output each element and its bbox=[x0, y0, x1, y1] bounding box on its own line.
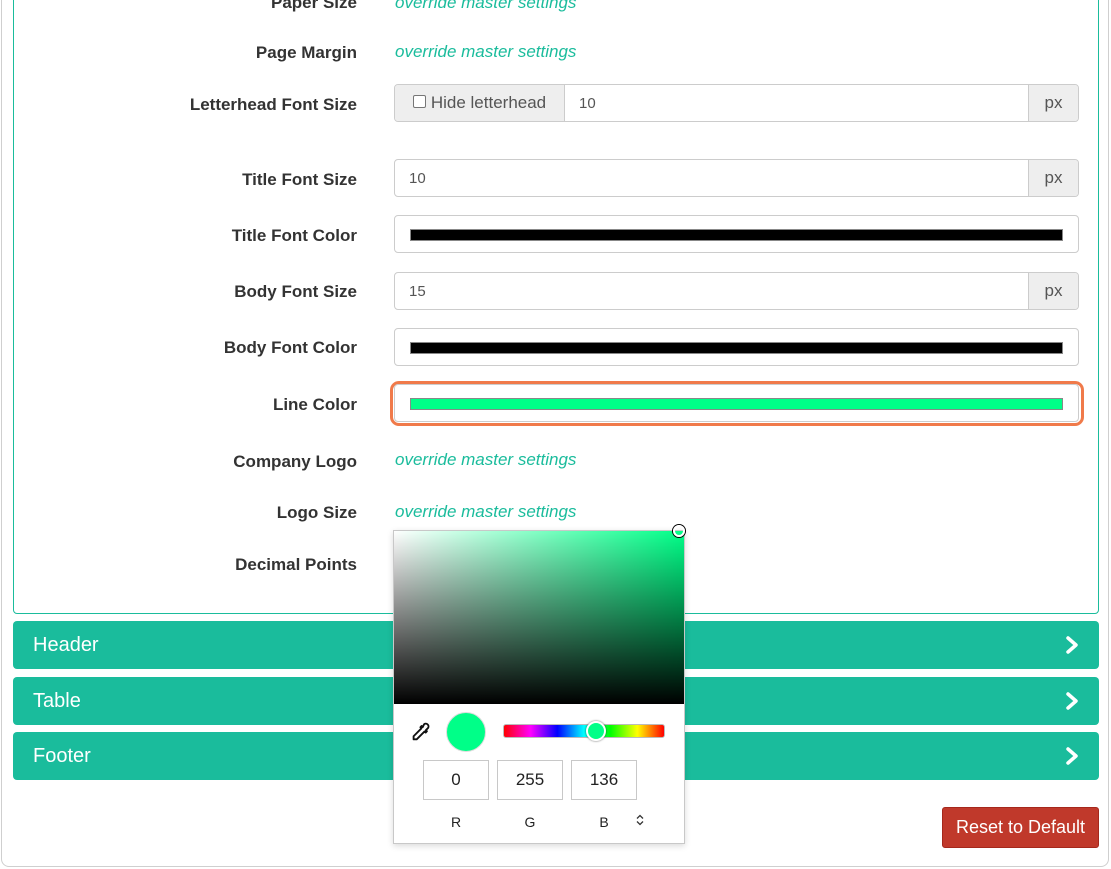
body-font-size-group: 15 px bbox=[394, 272, 1079, 310]
paper-size-label: Paper Size bbox=[271, 0, 357, 12]
color-preview bbox=[446, 712, 486, 752]
blue-label: B bbox=[599, 814, 609, 830]
blue-value-input[interactable]: 136 bbox=[571, 760, 637, 800]
body-font-size-input[interactable]: 15 bbox=[395, 273, 1028, 309]
body-font-color-input[interactable] bbox=[394, 328, 1079, 366]
logo-size-label: Logo Size bbox=[276, 503, 357, 522]
hue-slider[interactable] bbox=[503, 724, 665, 738]
up-down-chevron-icon[interactable] bbox=[636, 814, 644, 826]
red-value-input[interactable]: 0 bbox=[423, 760, 489, 800]
line-color-swatch bbox=[410, 398, 1063, 410]
chevron-right-icon bbox=[1066, 636, 1078, 654]
green-value-input[interactable]: 255 bbox=[497, 760, 563, 800]
title-font-color-swatch bbox=[410, 229, 1063, 241]
hide-letterhead-label: Hide letterhead bbox=[430, 93, 547, 112]
saturation-area[interactable] bbox=[394, 531, 684, 704]
hide-letterhead-toggle[interactable]: Hide letterhead bbox=[395, 85, 565, 121]
saturation-handle[interactable] bbox=[673, 525, 685, 537]
section-footer-title: Footer bbox=[33, 744, 91, 767]
body-font-size-label: Body Font Size bbox=[234, 282, 357, 301]
page-margin-override-link[interactable]: override master settings bbox=[395, 42, 576, 62]
reset-to-default-button[interactable]: Reset to Default bbox=[942, 807, 1099, 848]
title-font-color-label: Title Font Color bbox=[231, 226, 357, 245]
title-font-color-input[interactable] bbox=[394, 215, 1079, 253]
body-font-color-swatch bbox=[410, 342, 1063, 354]
title-font-size-group: 10 px bbox=[394, 159, 1079, 197]
letterhead-font-size-label: Letterhead Font Size bbox=[189, 95, 357, 114]
green-label: G bbox=[524, 814, 536, 830]
hue-slider-handle[interactable] bbox=[586, 721, 606, 741]
line-color-label: Line Color bbox=[272, 395, 357, 414]
letterhead-font-size-group: Hide letterhead 10 px bbox=[394, 84, 1079, 122]
company-logo-label: Company Logo bbox=[233, 452, 357, 471]
page-margin-label: Page Margin bbox=[255, 43, 357, 62]
title-font-size-label: Title Font Size bbox=[242, 170, 357, 189]
hide-letterhead-checkbox[interactable] bbox=[412, 94, 426, 108]
eyedropper-icon[interactable] bbox=[409, 721, 431, 743]
line-color-input[interactable] bbox=[394, 384, 1079, 422]
px-unit-addon: px bbox=[1028, 160, 1078, 196]
body-font-color-label: Body Font Color bbox=[223, 338, 357, 357]
section-header-title: Header bbox=[33, 633, 99, 656]
paper-size-override-link[interactable]: override master settings bbox=[395, 0, 576, 13]
decimal-points-label: Decimal Points bbox=[235, 555, 357, 574]
red-label: R bbox=[450, 814, 462, 830]
company-logo-override-link[interactable]: override master settings bbox=[395, 450, 576, 470]
chevron-right-icon bbox=[1066, 692, 1078, 710]
title-font-size-input[interactable]: 10 bbox=[395, 160, 1028, 196]
chevron-right-icon bbox=[1066, 747, 1078, 765]
color-picker-popup: 0 255 136 R G B bbox=[393, 525, 685, 844]
px-unit-addon: px bbox=[1028, 85, 1078, 121]
section-table-title: Table bbox=[33, 689, 81, 712]
logo-size-override-link[interactable]: override master settings bbox=[395, 502, 576, 522]
letterhead-font-size-input[interactable]: 10 bbox=[565, 85, 1028, 121]
px-unit-addon: px bbox=[1028, 273, 1078, 309]
